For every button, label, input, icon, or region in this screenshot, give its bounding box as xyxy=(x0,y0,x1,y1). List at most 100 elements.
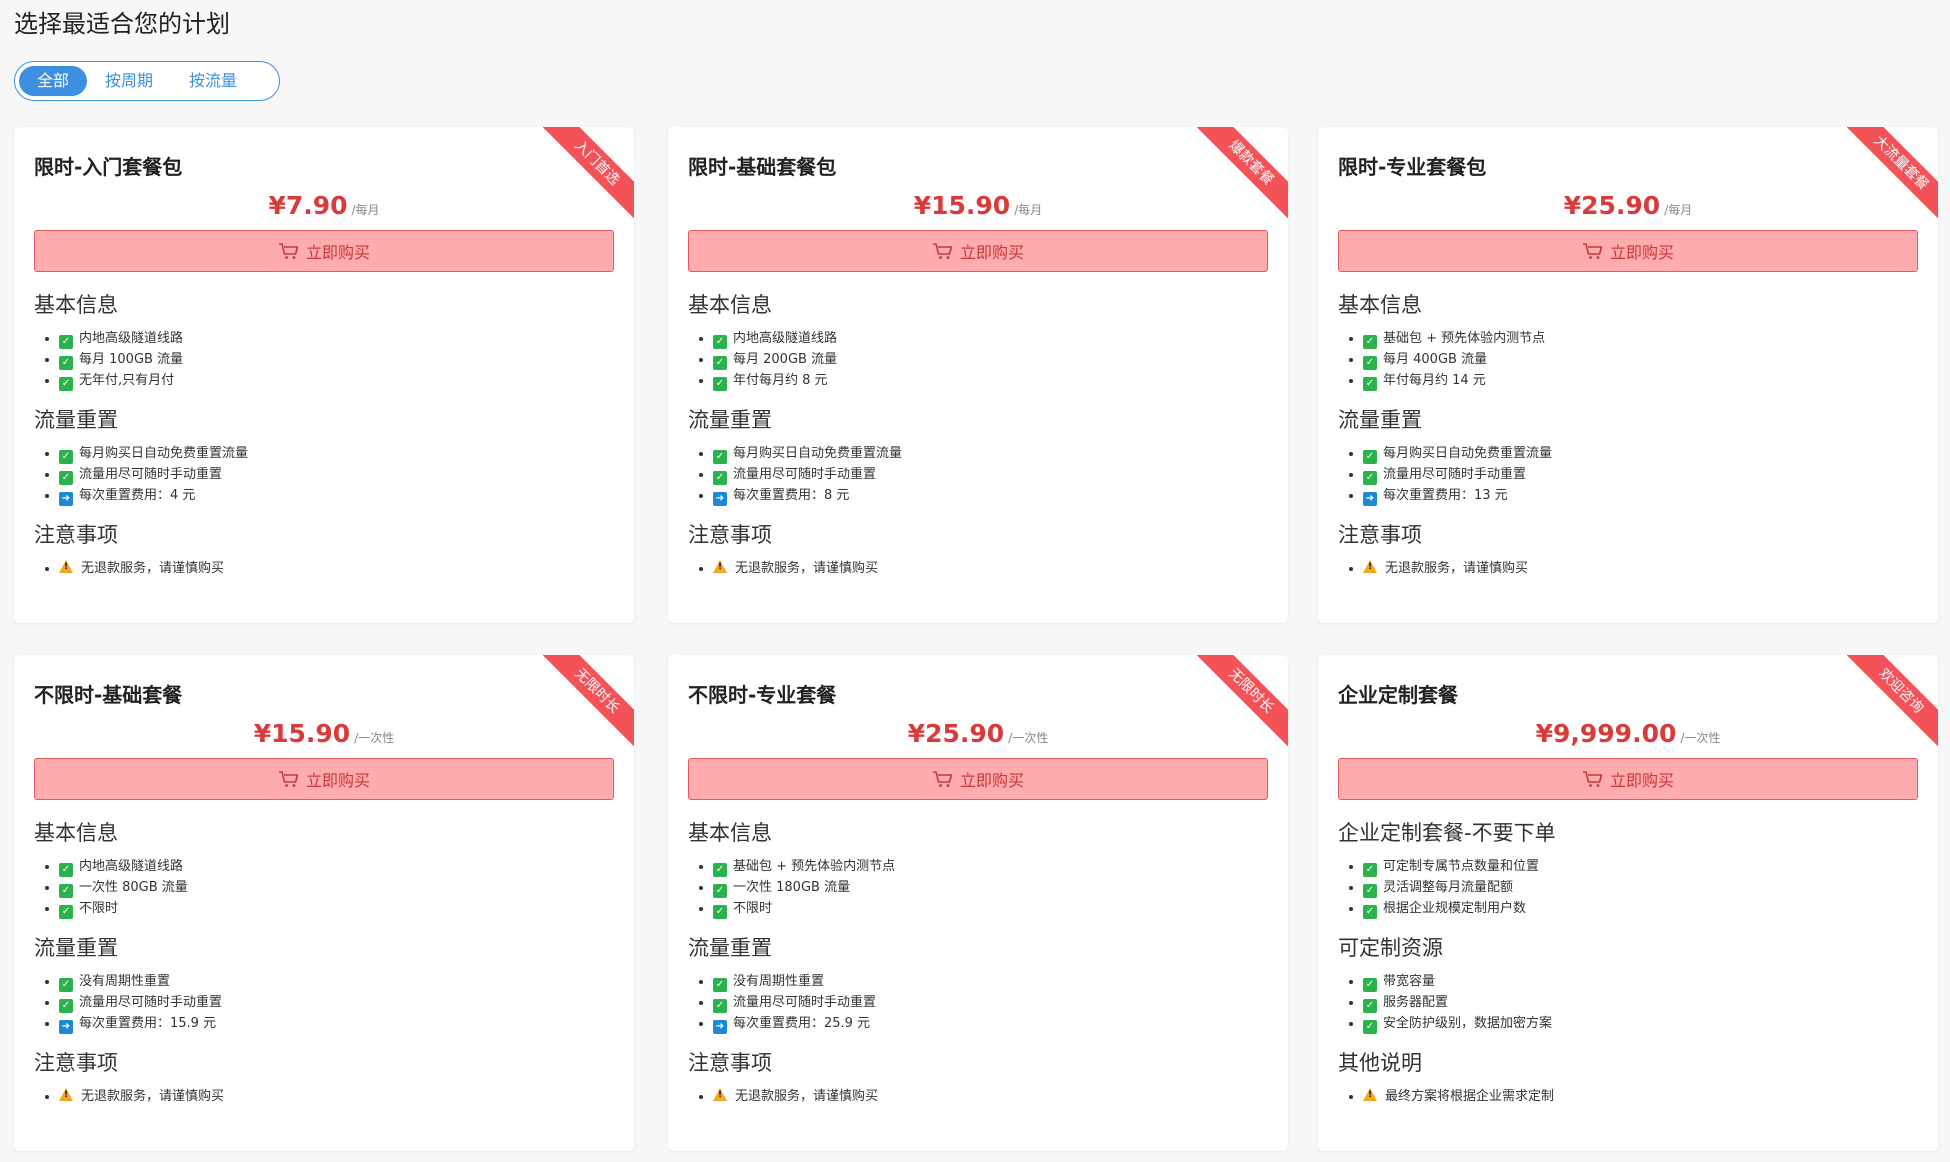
feature-item: ✓ 流量用尽可随时手动重置 xyxy=(713,992,1268,1013)
plan-price: ¥25.90 xyxy=(907,719,1005,748)
feature-text: 内地高级隧道线路 xyxy=(79,859,184,874)
plan-name: 限时-入门套餐包 xyxy=(34,155,183,179)
plan-period: /每月 xyxy=(351,203,380,217)
buy-now-button[interactable]: 立即购买 xyxy=(688,758,1268,800)
feature-list: ✓ 内地高级隧道线路 ✓ 每月 100GB 流量 ✓ 无年付,只有月付 xyxy=(34,328,614,391)
buy-now-button[interactable]: 立即购买 xyxy=(34,758,614,800)
plan-name: 不限时-专业套餐 xyxy=(688,683,837,707)
section-title: 流量重置 xyxy=(688,936,772,960)
plan-price: ¥7.90 xyxy=(268,191,348,220)
feature-item: 最终方案将根据企业需求定制 xyxy=(1363,1086,1918,1107)
feature-item: ➜ 每次重置费用：15.9 元 xyxy=(59,1013,614,1034)
feature-item: ✓ 可定制专属节点数量和位置 xyxy=(1363,856,1918,877)
price-line: ¥15.90/一次性 xyxy=(14,719,634,748)
cart-icon xyxy=(278,770,300,788)
warning-icon xyxy=(1363,1088,1377,1101)
section-title: 注意事项 xyxy=(34,523,118,547)
plan-features: 基本信息 ✓ 基础包 + 预先体验内测节点 ✓ 每月 400GB 流量 ✓ 年付每月约 14… xyxy=(1338,290,1918,593)
section-title: 注意事项 xyxy=(688,1051,772,1075)
feature-item: ✓ 流量用尽可随时手动重置 xyxy=(59,464,614,485)
buy-button-label: 立即购买 xyxy=(959,771,1024,790)
arrow-right-icon: ➜ xyxy=(1363,492,1377,506)
check-icon: ✓ xyxy=(1363,999,1377,1013)
arrow-right-icon: ➜ xyxy=(59,492,73,506)
price-line: ¥15.90/每月 xyxy=(668,191,1288,220)
section-title: 基本信息 xyxy=(34,293,118,317)
feature-list: ✓ 内地高级隧道线路 ✓ 一次性 80GB 流量 ✓ 不限时 xyxy=(34,856,614,919)
buy-button-label: 立即购买 xyxy=(1609,243,1674,262)
feature-text: 无退款服务，请谨慎购买 xyxy=(81,561,225,576)
buy-now-button[interactable]: 立即购买 xyxy=(34,230,614,272)
buy-now-button[interactable]: 立即购买 xyxy=(1338,230,1918,272)
feature-item: ✓ 内地高级隧道线路 xyxy=(59,856,614,877)
feature-text: 流量用尽可随时手动重置 xyxy=(733,467,877,482)
feature-text: 不限时 xyxy=(733,901,773,916)
cart-icon xyxy=(278,242,300,260)
check-icon: ✓ xyxy=(59,978,73,992)
feature-text: 无退款服务，请谨慎购买 xyxy=(735,561,879,576)
feature-item: ✓ 每月 200GB 流量 xyxy=(713,349,1268,370)
feature-text: 每月 200GB 流量 xyxy=(733,352,838,367)
check-icon: ✓ xyxy=(713,999,727,1013)
plan-price: ¥9,999.00 xyxy=(1535,719,1677,748)
price-line: ¥25.90/一次性 xyxy=(668,719,1288,748)
section-title: 流量重置 xyxy=(34,936,118,960)
check-icon: ✓ xyxy=(1363,978,1377,992)
feature-text: 每次重置费用：13 元 xyxy=(1383,488,1508,503)
feature-item: ✓ 带宽容量 xyxy=(1363,971,1918,992)
buy-now-button[interactable]: 立即购买 xyxy=(1338,758,1918,800)
plan-name: 不限时-基础套餐 xyxy=(34,683,183,707)
warning-icon xyxy=(713,560,727,573)
feature-list: ✓ 每月购买日自动免费重置流量 ✓ 流量用尽可随时手动重置 ➜ 每次重置费用：13 元 xyxy=(1338,443,1918,506)
feature-item: ➜ 每次重置费用：25.9 元 xyxy=(713,1013,1268,1034)
check-icon: ✓ xyxy=(713,450,727,464)
check-icon: ✓ xyxy=(713,863,727,877)
plan-period: /每月 xyxy=(1664,203,1693,217)
buy-button-label: 立即购买 xyxy=(1609,771,1674,790)
feature-text: 基础包 + 预先体验内测节点 xyxy=(1383,331,1546,346)
feature-list: ✓ 带宽容量 ✓ 服务器配置 ✓ 安全防护级别，数据加密方案 xyxy=(1338,971,1918,1034)
plan-card: 爆款套餐限时-基础套餐包¥15.90/每月立即购买基本信息✓内地高级隧道线路✓每… xyxy=(668,127,1288,623)
feature-item: ✓ 每月购买日自动免费重置流量 xyxy=(59,443,614,464)
plan-features: 基本信息 ✓ 内地高级隧道线路 ✓ 每月 200GB 流量 ✓ 年付每月约 8 元流量重置 ✓… xyxy=(688,290,1268,593)
warning-icon xyxy=(713,1088,727,1101)
plan-card: 无限时长不限时-专业套餐¥25.90/一次性立即购买基本信息✓基础包 + 预先体… xyxy=(668,655,1288,1151)
plan-price: ¥15.90 xyxy=(253,719,351,748)
feature-list: ✓ 没有周期性重置 ✓ 流量用尽可随时手动重置 ➜ 每次重置费用：25.9 元 xyxy=(688,971,1268,1034)
check-icon: ✓ xyxy=(1363,1020,1377,1034)
feature-text: 每月 100GB 流量 xyxy=(79,352,184,367)
feature-item: ✓ 每月购买日自动免费重置流量 xyxy=(1363,443,1918,464)
check-icon: ✓ xyxy=(59,377,73,391)
feature-text: 每月购买日自动免费重置流量 xyxy=(79,446,249,461)
feature-list: ✓ 可定制专属节点数量和位置 ✓ 灵活调整每月流量配额 ✓ 根据企业规模定制用户数 xyxy=(1338,856,1918,919)
feature-item: ➜ 每次重置费用：4 元 xyxy=(59,485,614,506)
plan-period: /一次性 xyxy=(1008,731,1049,745)
buy-now-button[interactable]: 立即购买 xyxy=(688,230,1268,272)
feature-item: 无退款服务，请谨慎购买 xyxy=(59,558,614,579)
price-line: ¥25.90/每月 xyxy=(1318,191,1938,220)
section-title: 可定制资源 xyxy=(1338,936,1443,960)
warning-icon xyxy=(59,560,73,573)
feature-item: ✓ 年付每月约 8 元 xyxy=(713,370,1268,391)
check-icon: ✓ xyxy=(59,471,73,485)
section-title: 注意事项 xyxy=(688,523,772,547)
feature-text: 安全防护级别，数据加密方案 xyxy=(1383,1016,1553,1031)
feature-text: 流量用尽可随时手动重置 xyxy=(1383,467,1527,482)
plan-name: 企业定制套餐 xyxy=(1338,683,1458,707)
filter-tab-by-traffic[interactable]: 按流量 xyxy=(171,66,255,96)
check-icon: ✓ xyxy=(1363,450,1377,464)
buy-button-label: 立即购买 xyxy=(305,771,370,790)
feature-list: 无退款服务，请谨慎购买 xyxy=(34,1086,614,1107)
feature-text: 灵活调整每月流量配额 xyxy=(1383,880,1514,895)
filter-tab-all[interactable]: 全部 xyxy=(19,66,88,96)
check-icon: ✓ xyxy=(59,335,73,349)
feature-item: ✓ 内地高级隧道线路 xyxy=(59,328,614,349)
feature-text: 无年付,只有月付 xyxy=(79,373,175,388)
feature-text: 一次性 180GB 流量 xyxy=(733,880,851,895)
feature-text: 流量用尽可随时手动重置 xyxy=(79,995,223,1010)
feature-item: ✓ 流量用尽可随时手动重置 xyxy=(713,464,1268,485)
feature-text: 根据企业规模定制用户数 xyxy=(1383,901,1527,916)
feature-text: 每次重置费用：8 元 xyxy=(733,488,850,503)
filter-tab-by-period[interactable]: 按周期 xyxy=(87,66,171,96)
feature-item: ✓ 服务器配置 xyxy=(1363,992,1918,1013)
